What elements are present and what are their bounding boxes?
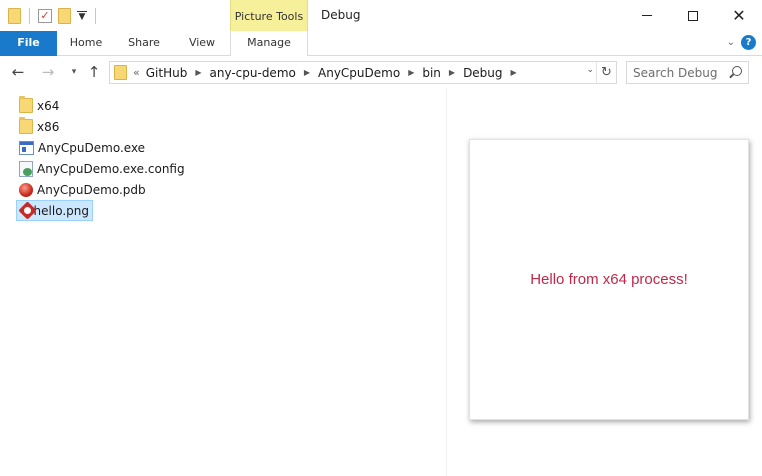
breadcrumb-any-cpu-demo[interactable]: any-cpu-demo [209, 66, 295, 80]
file-name: AnyCpuDemo.exe [38, 140, 146, 155]
folder-icon [19, 96, 33, 113]
breadcrumb-bin[interactable]: bin [422, 66, 441, 80]
address-bar[interactable]: « GitHub ▶ any-cpu-demo ▶ AnyCpuDemo ▶ b… [109, 61, 617, 84]
chevron-right-icon[interactable]: ▶ [449, 68, 455, 77]
ribbon-controls: ⌄ ? [727, 35, 756, 50]
file-name: AnyCpuDemo.pdb [37, 182, 146, 197]
list-item-pdb[interactable]: AnyCpuDemo.pdb [16, 179, 149, 200]
file-list: x64 x86 AnyCpuDemo.exe AnyCpuDemo.exe.co… [0, 88, 446, 476]
list-item-x86[interactable]: x86 [16, 116, 62, 137]
search-icon[interactable] [732, 66, 742, 76]
preview-text: Hello from x64 process! [530, 271, 688, 288]
file-name: hello.png [33, 203, 89, 218]
search-input[interactable] [633, 65, 725, 80]
quick-access-toolbar: ✓ ▼ [8, 6, 98, 26]
list-item-config[interactable]: AnyCpuDemo.exe.config [16, 158, 188, 179]
tab-manage[interactable]: Manage [230, 31, 308, 57]
folder-icon [8, 8, 21, 24]
chevron-right-icon[interactable]: ▶ [195, 68, 201, 77]
tab-file[interactable]: File [0, 31, 57, 56]
file-name: AnyCpuDemo.exe.config [37, 161, 185, 176]
ribbon-tabs: File Home Share View Manage ⌄ ? [0, 31, 762, 57]
forward-arrow-icon[interactable]: → [38, 62, 58, 82]
folder-icon [19, 117, 33, 134]
exe-icon [19, 140, 34, 155]
image-preview: Hello from x64 process! [469, 139, 749, 420]
breadcrumb-github[interactable]: GitHub [146, 66, 188, 80]
png-image-icon [20, 203, 31, 218]
breadcrumb-anycpudemo[interactable]: AnyCpuDemo [318, 66, 400, 80]
list-item-exe[interactable]: AnyCpuDemo.exe [16, 137, 148, 158]
tab-share[interactable]: Share [124, 31, 164, 56]
title-bar: ✓ ▼ Picture Tools Debug ✕ [0, 0, 762, 31]
maximize-icon [688, 10, 698, 21]
address-history-chevron-down-icon[interactable]: ⌄ [586, 65, 594, 75]
maximize-button[interactable] [670, 0, 716, 31]
help-icon[interactable]: ? [741, 35, 756, 50]
close-icon: ✕ [732, 5, 746, 25]
picture-tools-group: Picture Tools [230, 0, 308, 31]
pdb-file-icon [19, 182, 33, 197]
back-arrow-icon[interactable]: ← [8, 62, 28, 82]
minimize-icon [642, 15, 652, 16]
recent-locations-chevron-down-icon[interactable]: ▾ [64, 62, 84, 82]
navigation-bar: ← → ▾ ↑ « GitHub ▶ any-cpu-demo ▶ AnyCpu… [0, 56, 762, 88]
list-item-x64[interactable]: x64 [16, 95, 62, 116]
new-folder-icon[interactable] [58, 8, 71, 24]
up-arrow-icon[interactable]: ↑ [84, 62, 104, 82]
picture-tools-label: Picture Tools [234, 10, 304, 23]
toolbar-separator [29, 8, 30, 24]
close-button[interactable]: ✕ [716, 0, 762, 31]
search-box[interactable] [626, 61, 749, 84]
tab-view[interactable]: View [182, 31, 222, 56]
customize-toolbar-dropdown-icon[interactable]: ▼ [77, 10, 87, 22]
list-item-hello-png[interactable]: hello.png [16, 200, 93, 221]
chevron-right-icon[interactable]: ▶ [408, 68, 414, 77]
pane-divider[interactable] [446, 88, 447, 476]
tab-home[interactable]: Home [66, 31, 106, 56]
chevron-right-icon[interactable]: ▶ [304, 68, 310, 77]
chevron-right-icon[interactable]: ▶ [511, 68, 517, 77]
window-title: Debug [321, 8, 361, 22]
folder-icon [114, 65, 127, 80]
file-name: x86 [37, 119, 60, 134]
minimize-button[interactable] [624, 0, 670, 31]
breadcrumb-debug[interactable]: Debug [463, 66, 502, 80]
properties-check-icon[interactable]: ✓ [38, 9, 52, 23]
overflow-crumbs-icon[interactable]: « [133, 66, 140, 79]
file-name: x64 [37, 98, 60, 113]
refresh-icon[interactable]: ↻ [596, 62, 616, 83]
config-file-icon [19, 160, 33, 177]
toolbar-separator [95, 8, 96, 24]
expand-ribbon-chevron-down-icon[interactable]: ⌄ [727, 37, 735, 48]
